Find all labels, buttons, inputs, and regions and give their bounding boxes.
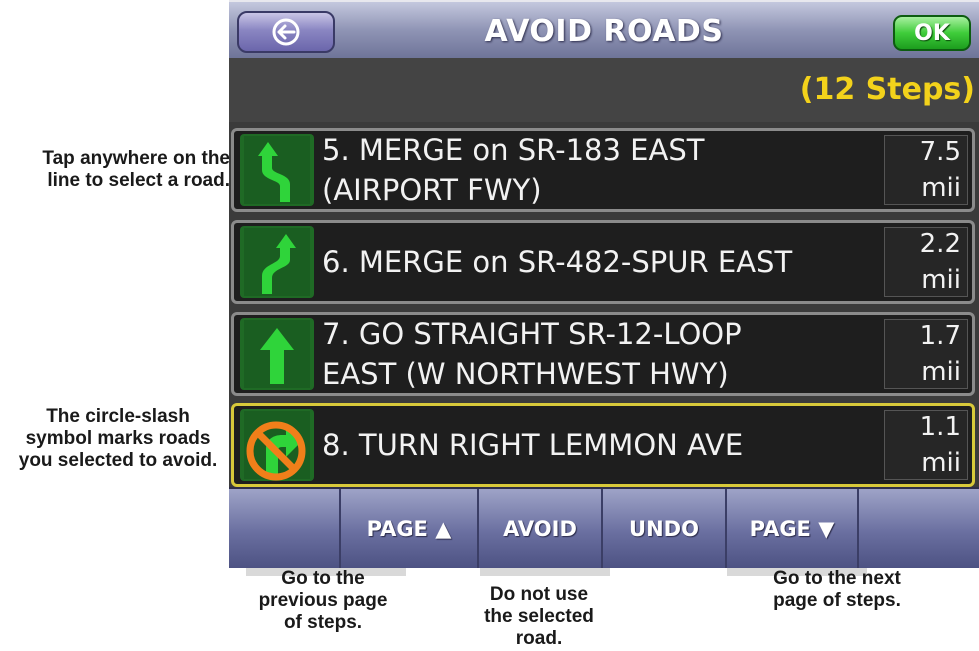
page-up-button[interactable]: PAGE ▲ bbox=[341, 489, 479, 568]
callout-previous-page: Go to the previous page of steps. bbox=[248, 568, 398, 634]
step-instruction: 6. MERGE on SR-482-SPUR EAST bbox=[322, 223, 852, 301]
distance-value: 1.1 bbox=[919, 412, 961, 442]
straight-arrow-icon bbox=[240, 318, 314, 390]
ok-button[interactable]: OK bbox=[893, 15, 971, 51]
callout-line: symbol marks roads bbox=[25, 428, 211, 449]
back-arrow-icon bbox=[272, 18, 300, 46]
step-line-2: EAST (W NORTHWEST HWY) bbox=[322, 357, 729, 391]
toolbar-spacer-left bbox=[229, 489, 341, 568]
distance-value: 2.2 bbox=[919, 229, 961, 259]
step-line-1: 6. MERGE on SR-482-SPUR EAST bbox=[322, 245, 793, 279]
callout-line: the selected bbox=[484, 606, 594, 627]
step-distance: 7.5 mii bbox=[884, 135, 968, 205]
callout-line: previous page bbox=[258, 590, 388, 611]
route-step-row-selected[interactable]: 8. TURN RIGHT LEMMON AVE 1.1 mii bbox=[231, 403, 975, 487]
step-line-1: 8. TURN RIGHT LEMMON AVE bbox=[322, 428, 744, 462]
route-step-row[interactable]: 7. GO STRAIGHT SR-12-LOOP EAST (W NORTHW… bbox=[231, 312, 975, 396]
avoid-button[interactable]: AVOID bbox=[479, 489, 603, 568]
turn-right-arrow-icon bbox=[240, 409, 314, 481]
merge-right-arrow-icon bbox=[240, 226, 314, 298]
page-title: AVOID ROADS bbox=[484, 13, 724, 49]
callout-avoid-road: Do not use the selected road. bbox=[464, 584, 614, 650]
route-step-row[interactable]: 5. MERGE on SR-183 EAST (AIRPORT FWY) 7.… bbox=[231, 128, 975, 212]
callout-line: Go to the bbox=[281, 568, 365, 589]
distance-value: 7.5 bbox=[919, 137, 961, 167]
route-step-row[interactable]: 6. MERGE on SR-482-SPUR EAST 2.2 mii bbox=[231, 220, 975, 304]
undo-button[interactable]: UNDO bbox=[603, 489, 727, 568]
step-distance: 1.7 mii bbox=[884, 319, 968, 389]
step-instruction: 7. GO STRAIGHT SR-12-LOOP EAST (W NORTHW… bbox=[322, 315, 852, 393]
toolbar-spacer-right bbox=[859, 489, 979, 568]
step-line-1: 7. GO STRAIGHT SR-12-LOOP bbox=[322, 317, 742, 351]
distance-unit: mii bbox=[921, 265, 961, 295]
step-line-1: 5. MERGE on SR-183 EAST bbox=[322, 133, 705, 167]
callout-line: page of steps. bbox=[773, 590, 901, 611]
callout-line: line to select a road. bbox=[47, 170, 230, 191]
distance-unit: mii bbox=[921, 448, 961, 478]
callout-next-page: Go to the next page of steps. bbox=[752, 568, 922, 612]
callout-line: you selected to avoid. bbox=[18, 450, 218, 471]
callout-line: Do not use bbox=[489, 584, 589, 605]
bottom-toolbar: PAGE ▲ AVOID UNDO PAGE ▼ bbox=[229, 487, 979, 568]
distance-unit: mii bbox=[921, 357, 961, 387]
callout-line: Go to the next bbox=[773, 568, 901, 589]
step-instruction: 8. TURN RIGHT LEMMON AVE bbox=[322, 406, 852, 484]
leader-line-avoid bbox=[480, 568, 610, 576]
callout-tap-line: Tap anywhere on the line to select a roa… bbox=[0, 148, 230, 192]
merge-left-arrow-icon bbox=[240, 134, 314, 206]
distance-value: 1.7 bbox=[919, 321, 961, 351]
callout-line: The circle-slash bbox=[46, 406, 190, 427]
step-line-2: (AIRPORT FWY) bbox=[322, 173, 542, 207]
step-distance: 1.1 mii bbox=[884, 410, 968, 480]
step-distance: 2.2 mii bbox=[884, 227, 968, 297]
step-instruction: 5. MERGE on SR-183 EAST (AIRPORT FWY) bbox=[322, 131, 852, 209]
callout-line: of steps. bbox=[283, 612, 363, 633]
callout-line: road. bbox=[515, 628, 563, 649]
callout-circle-slash: The circle-slash symbol marks roads you … bbox=[0, 406, 236, 472]
page-down-button[interactable]: PAGE ▼ bbox=[727, 489, 859, 568]
steps-count: (12 Steps) bbox=[799, 71, 975, 107]
back-button[interactable] bbox=[237, 11, 335, 53]
device-screen: AVOID ROADS OK (12 Steps) 5. MERGE on SR… bbox=[229, 0, 979, 568]
distance-unit: mii bbox=[921, 173, 961, 203]
callout-line: Tap anywhere on the bbox=[42, 148, 230, 169]
